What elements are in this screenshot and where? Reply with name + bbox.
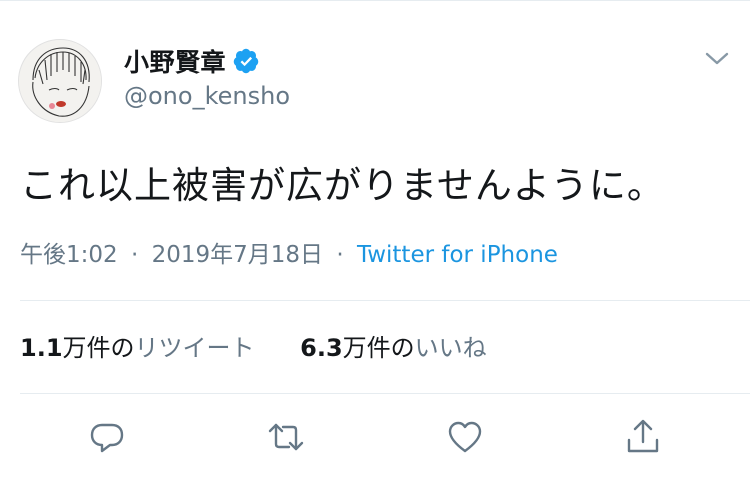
meta-separator: · — [130, 242, 139, 268]
like-icon[interactable] — [446, 418, 484, 456]
divider — [20, 393, 750, 394]
like-label: いいね — [414, 334, 487, 362]
tweet-source-link[interactable]: Twitter for iPhone — [357, 242, 558, 268]
tweet-text: これ以上被害が広がりませんように。 — [20, 164, 665, 207]
author-display-name[interactable]: 小野賢章 — [124, 43, 226, 79]
avatar[interactable] — [18, 39, 102, 123]
tweet-time: 午後1:02 — [20, 242, 118, 268]
retweet-count: 1.1 — [20, 334, 63, 362]
tweet-date[interactable]: 2019年7月18日 — [152, 242, 323, 268]
avatar-drawing — [19, 40, 101, 122]
verified-badge-icon — [232, 47, 260, 75]
author-handle[interactable]: @ono_kensho — [124, 82, 290, 110]
retweet-count-stat[interactable]: 1.1万件のリツイート — [20, 328, 255, 363]
share-icon[interactable] — [624, 418, 662, 456]
tweet-stats: 1.1万件のリツイート 6.3万件のいいね — [20, 328, 487, 363]
meta-separator: · — [336, 242, 344, 268]
chevron-down-icon[interactable] — [704, 50, 730, 68]
like-count-unit: 万件の — [342, 334, 415, 362]
author-name-row[interactable]: 小野賢章 — [124, 42, 260, 80]
retweet-icon[interactable] — [267, 418, 305, 456]
top-divider — [0, 0, 750, 1]
divider — [20, 300, 750, 301]
retweet-count-unit: 万件の — [62, 334, 135, 362]
reply-icon[interactable] — [88, 418, 126, 456]
like-count-stat[interactable]: 6.3万件のいいね — [300, 328, 487, 363]
like-count: 6.3 — [300, 334, 343, 362]
retweet-label: リツイート — [134, 334, 255, 362]
tweet-metadata: 午後1:02 · 2019年7月18日 · Twitter for iPhone — [20, 235, 558, 269]
